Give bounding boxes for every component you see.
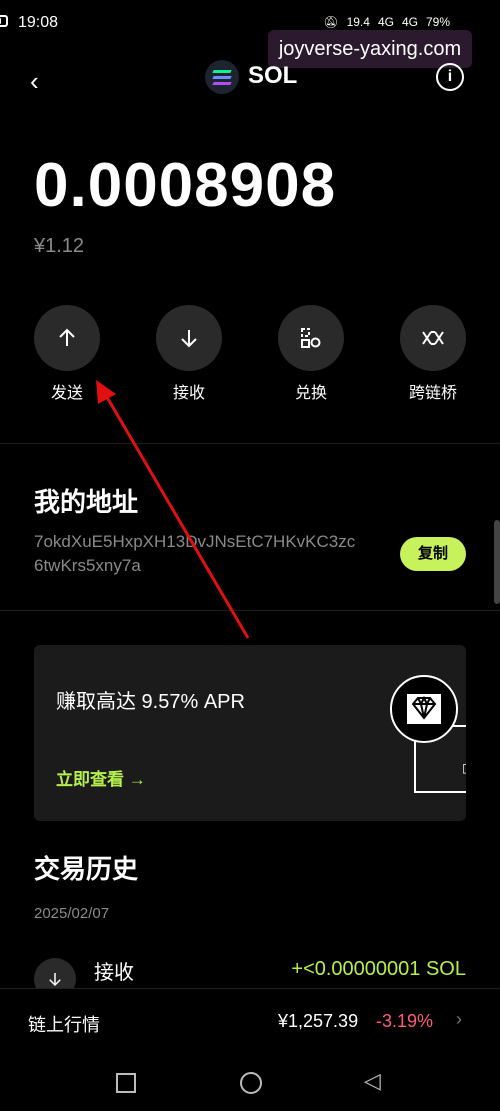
home-button[interactable] [240,1072,262,1094]
token-balance: 0.0008908 [34,151,337,220]
watermark: joyverse-yaxing.com [268,30,472,68]
bridge-button[interactable]: 跨链桥 [388,305,478,403]
battery-percent: 79% [425,15,450,29]
receive-label: 接收 [172,385,205,402]
bridge-label: 跨链桥 [408,385,457,402]
edge-handle[interactable] [494,520,500,604]
tx-type[interactable]: 接收 [94,956,134,985]
solana-logo-icon [205,60,239,94]
signal-2: 4G [401,15,418,29]
fiat-balance: ¥1.12 [34,235,85,257]
battery-icon [0,15,8,27]
swap-label: 兑换 [294,385,327,402]
divider [0,610,500,611]
swap-icon [278,305,344,371]
market-bar[interactable]: 链上行情 ¥1,257.39 -3.19% › [0,988,500,1059]
token-title: SOL [248,62,298,89]
market-price: ¥1,257.39 [278,1011,359,1031]
promo-text: 赚取高达 9.57% APR [56,691,245,713]
diamond-icon [390,675,458,743]
address-title: 我的地址 [34,487,139,517]
chevron-right-icon: › [456,1009,462,1029]
back-button[interactable]: ‹ [30,66,39,97]
send-label: 发送 [50,385,83,402]
info-icon[interactable]: i [436,63,464,91]
arrow-up-icon [34,305,100,371]
promo-link[interactable]: 立即查看 → [56,765,146,790]
system-nav-bar: ◁ [0,1058,500,1111]
history-title: 交易历史 [34,854,139,884]
wallet-address: 7okdXuE5HxpXH13DvJNsEtC7HKvKC3zc6twKrs5x… [34,532,356,575]
bridge-icon [400,305,466,371]
divider [0,443,500,444]
mute-icon: 🔕︎ [323,15,339,29]
earn-promo-card[interactable]: 赚取高达 9.57% APR 立即查看 → ▯ [34,645,466,821]
history-date: 2025/02/07 [34,905,110,922]
status-time: 19:08 [18,14,59,31]
promo-illustration-mark: ▯ [462,761,466,775]
system-back-button[interactable]: ◁ [364,1068,381,1094]
tx-amount: +<0.00000001 SOL [291,958,466,980]
send-button[interactable]: 发送 [22,305,112,403]
market-label: 链上行情 [28,1015,100,1035]
copy-button[interactable]: 复制 [400,537,466,571]
swap-button[interactable]: 兑换 [266,305,356,403]
receive-button[interactable]: 接收 [144,305,234,403]
arrow-down-icon [156,305,222,371]
signal-1: 4G [377,15,394,29]
market-change: -3.19% [376,1011,434,1031]
recents-button[interactable] [116,1073,136,1093]
network-speed: 19.4 [346,15,370,29]
status-icons: 🔕︎ 19.4 4G 4G 79% [323,15,450,29]
